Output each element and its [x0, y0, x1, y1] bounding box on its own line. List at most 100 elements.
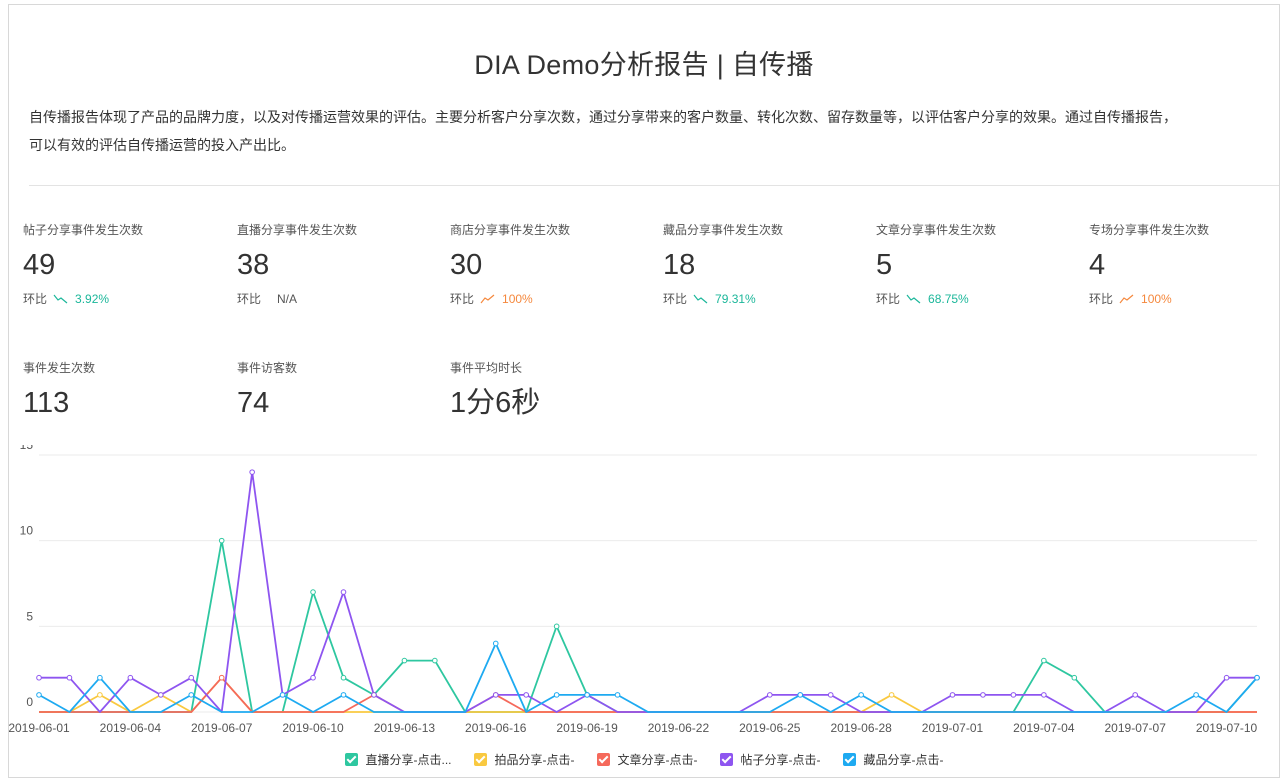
metric-comparison: 环比 N/A: [237, 290, 437, 307]
y-tick-label: 0: [26, 695, 33, 709]
metric-comparison: 环比 100%: [450, 290, 650, 307]
trend-up-icon: [1119, 294, 1134, 303]
x-tick-label: 2019-07-01: [922, 721, 984, 735]
data-point: [340, 589, 347, 595]
metric-value: 4: [1089, 249, 1106, 281]
data-point: [1041, 692, 1047, 698]
comparison-label: 环比: [23, 292, 48, 306]
data-point: [1071, 674, 1078, 681]
metric-card: 事件发生次数 113: [23, 359, 223, 420]
data-point: [584, 692, 590, 698]
metric-value: 5: [876, 249, 893, 281]
legend-item[interactable]: 拍品分享-点击-: [473, 749, 575, 769]
checkbox-checked-icon[interactable]: [596, 752, 610, 766]
x-tick-label: 2019-06-10: [282, 721, 344, 735]
checkbox-checked-icon[interactable]: [473, 752, 487, 766]
report-description-line2: 可以有效的评估自传播运营的投入产出比。: [29, 137, 295, 153]
data-point: [1041, 657, 1047, 664]
trend-up-icon: [480, 294, 495, 303]
line-chart: 0 5 10 15 2019-06-01 2019-06-04 2019-06-07 2019…: [9, 438, 1279, 735]
metric-card: 事件访客数 74: [237, 359, 437, 420]
legend-item[interactable]: 文章分享-点击-: [596, 749, 698, 769]
x-tick-label: 2019-06-25: [739, 721, 801, 735]
data-point: [1010, 692, 1017, 698]
legend-item[interactable]: 直播分享-点击...: [344, 749, 452, 769]
metric-label: 藏品分享事件发生次数: [663, 223, 784, 237]
y-tick-label: 5: [26, 609, 33, 623]
metric-label: 商店分享事件发生次数: [450, 223, 571, 237]
legend-label: 拍品分享-点击-: [494, 752, 575, 767]
comparison-label: 环比: [663, 292, 688, 306]
data-point: [614, 692, 621, 698]
legend-item[interactable]: 藏品分享-点击-: [842, 749, 944, 769]
metric-comparison: 环比 79.31%: [663, 290, 863, 307]
data-point: [767, 692, 773, 698]
metric-comparison: 环比 3.92%: [23, 290, 223, 307]
data-point: [1223, 674, 1230, 681]
x-tick-label: 2019-06-04: [100, 721, 162, 735]
trend-down-icon: [53, 294, 68, 303]
x-tick-label: 2019-06-28: [830, 721, 892, 735]
data-point: [492, 692, 499, 698]
data-point: [980, 692, 986, 698]
x-tick-label: 2019-07-04: [1013, 721, 1075, 735]
report-description-line1: 自传播报告体现了产品的品牌力度，以及对传播运营效果的评估。主要分析客户分享次数，…: [29, 109, 1177, 125]
data-point: [36, 692, 42, 698]
divider: [29, 185, 1279, 186]
x-tick-label: 2019-06-13: [374, 721, 436, 735]
data-point: [523, 692, 530, 698]
metric-card: 帖子分享事件发生次数 49 环比 3.92%: [23, 221, 223, 307]
data-point: [36, 674, 42, 681]
data-point: [340, 674, 347, 681]
data-point: [188, 674, 195, 681]
chart-legend: 直播分享-点击... 拍品分享-点击- 文章分享-点击- 帖子分享-点击- 藏品分享-点…: [9, 749, 1279, 769]
metric-label: 事件访客数: [237, 361, 298, 375]
data-point: [858, 692, 864, 698]
metric-value: 74: [237, 387, 270, 419]
data-point: [249, 469, 255, 475]
x-tick-label: 2019-07-07: [1105, 721, 1167, 735]
report-description: 自传播报告体现了产品的品牌力度，以及对传播运营效果的评估。主要分析客户分享次数，…: [29, 103, 1279, 159]
legend-item[interactable]: 帖子分享-点击-: [719, 749, 821, 769]
metric-label: 事件发生次数: [23, 361, 96, 375]
metric-label: 帖子分享事件发生次数: [23, 223, 144, 237]
data-point: [158, 692, 164, 698]
comparison-label: 环比: [876, 292, 901, 306]
comparison-value: N/A: [277, 291, 298, 306]
checkbox-checked-icon[interactable]: [344, 752, 358, 766]
data-point: [340, 692, 347, 698]
x-tick-label: 2019-07-10: [1196, 721, 1258, 735]
x-tick-label: 2019-06-07: [191, 721, 253, 735]
metric-card: 事件平均时长 1分6秒: [450, 359, 650, 420]
report-panel: DIA Demo分析报告 | 自传播 自传播报告体现了产品的品牌力度，以及对传播…: [8, 4, 1280, 778]
y-tick-label: 15: [20, 445, 34, 452]
metric-value: 113: [23, 387, 70, 419]
trend-down-icon: [693, 294, 708, 303]
metric-label: 文章分享事件发生次数: [876, 223, 997, 237]
y-tick-label: 10: [20, 524, 34, 538]
metric-label: 事件平均时长: [450, 361, 523, 375]
comparison-label: 环比: [1089, 292, 1114, 306]
metric-comparison: 环比 100%: [1089, 290, 1279, 307]
metric-comparison: 环比 68.75%: [876, 290, 1076, 307]
metric-value: 30: [450, 249, 483, 281]
data-point: [492, 640, 499, 647]
comparison-value: 68.75%: [928, 291, 969, 306]
metric-label: 专场分享事件发生次数: [1089, 223, 1210, 237]
data-point: [797, 692, 804, 698]
metric-value: 18: [663, 249, 696, 281]
comparison-label: 环比: [450, 292, 475, 306]
legend-label: 直播分享-点击...: [365, 752, 452, 767]
comparison-value: 79.31%: [715, 291, 756, 306]
data-point: [401, 657, 408, 664]
comparison-value: 100%: [502, 291, 533, 306]
metric-card: 文章分享事件发生次数 5 环比 68.75%: [876, 221, 1076, 307]
checkbox-checked-icon[interactable]: [842, 752, 856, 766]
x-tick-label: 2019-06-22: [648, 721, 710, 735]
legend-label: 藏品分享-点击-: [863, 752, 944, 767]
legend-label: 文章分享-点击-: [617, 752, 698, 767]
checkbox-checked-icon[interactable]: [719, 752, 733, 766]
metric-value: 1分6秒: [450, 387, 541, 419]
x-tick-label: 2019-06-19: [556, 721, 618, 735]
data-point: [432, 657, 438, 664]
